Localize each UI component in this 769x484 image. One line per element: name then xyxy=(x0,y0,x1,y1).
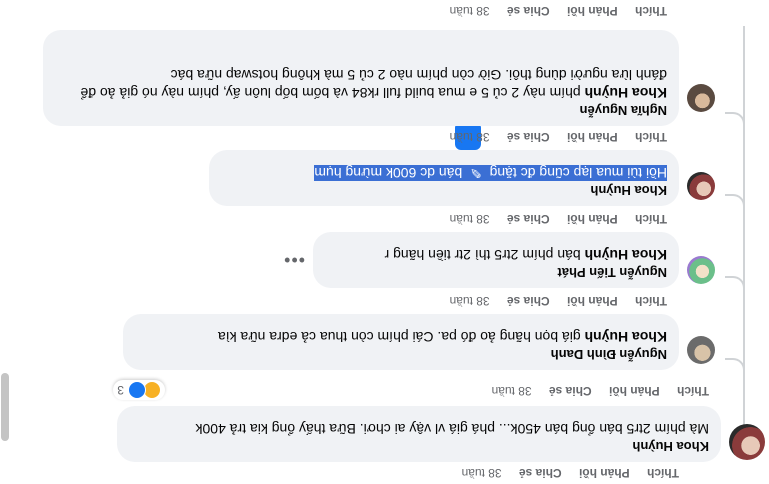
thread-connector xyxy=(725,276,745,298)
thread-connector xyxy=(725,358,745,380)
reply-button[interactable]: Phản hồi xyxy=(567,212,618,226)
thread-connector xyxy=(725,194,745,216)
like-button[interactable]: Thích xyxy=(635,4,667,18)
reply-text: Khoa Huỳnh giá bọn hãng ảo đó pa. Cái ph… xyxy=(135,328,667,346)
reply-button[interactable]: Phản hồi xyxy=(579,466,630,480)
reply-bubble: Nguyễn Đình Danh Khoa Huỳnh giá bọn hãng… xyxy=(123,314,679,370)
like-button[interactable]: Thích xyxy=(635,212,667,226)
like-button[interactable]: Thích xyxy=(677,384,709,398)
comment-actions: Thích Phản hồi Chia sẻ 38 tuần xyxy=(436,130,667,144)
reply-body: giá bọn hãng ảo đó pa. Cái phím còn thua… xyxy=(217,329,585,345)
avatar[interactable] xyxy=(729,424,765,460)
share-button[interactable]: Chia sẻ xyxy=(549,384,592,398)
reaction-count: 3 xyxy=(117,383,124,397)
avatar[interactable] xyxy=(687,336,715,364)
reaction-summary[interactable]: 3 xyxy=(113,380,165,400)
more-options-icon[interactable]: ••• xyxy=(283,249,305,270)
thread-connector xyxy=(725,112,745,134)
mention-link[interactable]: Khoa Huỳnh xyxy=(585,329,667,345)
share-button[interactable]: Chia sẻ xyxy=(507,212,550,226)
reply-bubble: Nghĩa Nguyễn Khoa Huỳnh phím này 2 củ 5 … xyxy=(43,30,679,126)
like-button[interactable]: Thích xyxy=(635,294,667,308)
reply-author[interactable]: Nguyễn Đình Danh xyxy=(135,346,667,362)
reply-button[interactable]: Phản hồi xyxy=(567,130,618,144)
reply-text: Hồi tùi mua lạp cũng đc tặng ✎ bán dc 60… xyxy=(221,164,667,182)
reply-author[interactable]: Nguyễn Tiến Phát xyxy=(325,264,667,280)
sticker-icon: ✎ xyxy=(466,165,486,181)
comment-actions: Thích Phản hồi Chia sẻ 38 tuần xyxy=(436,4,667,18)
comment-actions: Thích Phản hồi Chia sẻ 38 tuần xyxy=(478,384,709,398)
share-button[interactable]: Chia sẻ xyxy=(507,130,550,144)
selected-text: Hồi tùi mua lạp cũng đc tặng xyxy=(485,165,667,181)
comment-bubble: Khoa Huỳnh Mà phím 2tr5 bán ổng bán 450k… xyxy=(117,406,721,462)
comments-panel: Thích Phản hồi Chia sẻ 38 tuần Khoa Huỳn… xyxy=(0,0,769,484)
comment-actions: Thích Phản hồi Chia sẻ 38 tuần xyxy=(436,294,667,308)
share-button[interactable]: Chia sẻ xyxy=(507,4,550,18)
timestamp[interactable]: 38 tuần xyxy=(492,384,532,398)
like-reaction-icon xyxy=(128,381,146,399)
reply-bubble: Khoa Huỳnh Hồi tùi mua lạp cũng đc tặng … xyxy=(209,150,679,206)
reply-author[interactable]: Khoa Huỳnh xyxy=(221,182,667,198)
mention-link[interactable]: Khoa Huỳnh xyxy=(585,85,667,101)
avatar[interactable] xyxy=(687,84,715,112)
comment-actions: Thích Phản hồi Chia sẻ 38 tuần xyxy=(448,466,679,480)
selected-text: bán dc 600k mừng hụm xyxy=(314,165,467,181)
comment-actions: Thích Phản hồi Chia sẻ 38 tuần xyxy=(436,212,667,226)
share-button[interactable]: Chia sẻ xyxy=(507,294,550,308)
like-button[interactable]: Thích xyxy=(647,466,679,480)
share-button[interactable]: Chia sẻ xyxy=(519,466,562,480)
timestamp[interactable]: 38 tuần xyxy=(450,130,490,144)
like-button[interactable]: Thích xyxy=(635,130,667,144)
timestamp[interactable]: 38 tuần xyxy=(450,212,490,226)
avatar[interactable] xyxy=(687,256,715,284)
reply-button[interactable]: Phản hồi xyxy=(567,294,618,308)
comment-text: Mà phím 2tr5 bán ổng bán 450k... phá giá… xyxy=(195,421,709,437)
timestamp[interactable]: 38 tuần xyxy=(450,4,490,18)
reply-button[interactable]: Phản hồi xyxy=(609,384,660,398)
avatar[interactable] xyxy=(687,172,715,200)
mention-link[interactable]: Khoa Huỳnh xyxy=(585,247,667,263)
timestamp[interactable]: 38 tuần xyxy=(450,294,490,308)
reply-body: phím này 2 củ 5 e mua build full rk84 và… xyxy=(80,67,667,101)
reply-author[interactable]: Nghĩa Nguyễn xyxy=(55,102,667,118)
reply-body: bán phím 2tr5 thì 2tr tiền hãng r xyxy=(384,247,585,263)
reply-bubble: Nguyễn Tiến Phát Khoa Huỳnh bán phím 2tr… xyxy=(313,232,679,288)
timestamp[interactable]: 38 tuần xyxy=(462,466,502,480)
reply-button[interactable]: Phản hồi xyxy=(567,4,618,18)
comment-author[interactable]: Khoa Huỳnh xyxy=(129,438,709,454)
reply-text: Khoa Huỳnh bán phím 2tr5 thì 2tr tiền hã… xyxy=(325,246,667,264)
scrollbar[interactable] xyxy=(1,373,9,441)
reply-text: Khoa Huỳnh phím này 2 củ 5 e mua build f… xyxy=(55,66,667,102)
